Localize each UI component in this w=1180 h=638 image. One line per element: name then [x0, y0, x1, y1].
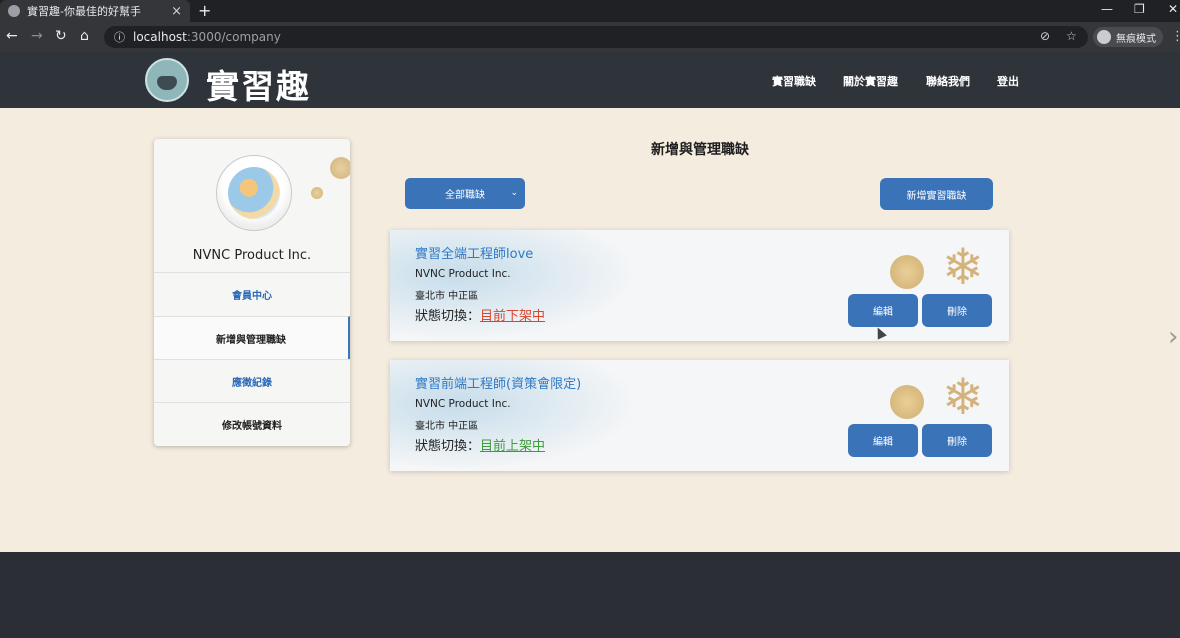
job-status: 狀態切換：目前上架中 — [415, 435, 545, 454]
incognito-profile-button[interactable]: 無痕模式 — [1093, 27, 1163, 47]
job-location: 臺北市 中正區 — [415, 421, 479, 432]
window-close-icon[interactable]: ✕ — [1168, 2, 1178, 16]
job-location: 臺北市 中正區 — [415, 291, 479, 302]
sidebar-item-account-settings[interactable]: 修改帳號資料 — [154, 402, 350, 445]
snowflake-icon: ❄ — [942, 238, 984, 296]
nav-logout-link[interactable]: 登出 — [997, 73, 1019, 89]
browser-tab-title: 實習趣-你最佳的好幫手 — [27, 5, 141, 18]
job-company: NVNC Product Inc. — [415, 268, 511, 280]
add-job-button[interactable]: 新增實習職缺 — [880, 178, 993, 210]
company-name: NVNC Product Inc. — [192, 248, 312, 263]
company-avatar — [216, 155, 292, 231]
delete-button[interactable]: 刪除 — [922, 294, 992, 327]
job-filter-label: 全部職缺 — [445, 190, 485, 201]
tab-close-icon[interactable]: × — [171, 4, 182, 19]
back-icon[interactable]: ← — [6, 28, 18, 44]
logo-text[interactable]: 實習趣 — [206, 60, 311, 108]
menu-icon[interactable]: ⋮ — [1171, 29, 1180, 44]
new-tab-icon[interactable]: + — [198, 1, 211, 20]
star-icon[interactable]: ☆ — [1066, 29, 1077, 43]
edit-button[interactable]: 編輯 — [848, 424, 918, 457]
incognito-icon — [1097, 30, 1111, 44]
job-card: ❄ 實習前端工程師(資策會限定) NVNC Product Inc. 臺北市 中… — [390, 360, 1009, 471]
restore-icon[interactable]: ❐ — [1134, 2, 1145, 16]
status-toggle-link[interactable]: 目前下架中 — [480, 309, 545, 324]
status-toggle-link[interactable]: 目前上架中 — [480, 439, 545, 454]
job-status: 狀態切換：目前下架中 — [415, 305, 545, 324]
logo-icon[interactable] — [145, 58, 189, 102]
url-path: :3000/company — [186, 30, 281, 44]
decor-gold-dot — [890, 255, 924, 289]
decor-gold-dot — [890, 385, 924, 419]
status-label: 狀態切換： — [415, 439, 481, 454]
url-host: localhost — [133, 30, 187, 44]
edit-button[interactable]: 編輯 — [848, 294, 918, 327]
browser-toolbar: ← → ↻ ⌂ ⓘ localhost:3000/company ⊘ ☆ 無痕模… — [0, 22, 1180, 52]
job-title[interactable]: 實習全端工程師love — [415, 243, 533, 262]
sidebar-item-member-center[interactable]: 會員中心 — [154, 272, 350, 315]
footer — [0, 552, 1180, 638]
nav-contact-link[interactable]: 聯絡我們 — [926, 73, 970, 89]
site-info-icon[interactable]: ⓘ — [114, 29, 125, 45]
nav-about-link[interactable]: 關於實習趣 — [843, 73, 898, 89]
address-bar[interactable]: ⓘ localhost:3000/company — [104, 26, 1088, 48]
favicon-icon — [8, 5, 20, 17]
nav-jobs-link[interactable]: 實習職缺 — [772, 73, 816, 89]
snowflake-icon: ❄ — [942, 368, 984, 426]
decor-gold-dot — [311, 187, 323, 199]
sidebar: NVNC Product Inc. 會員中心 新增與管理職缺 應徵紀錄 修改帳號… — [154, 139, 350, 446]
minimize-icon[interactable]: — — [1101, 2, 1113, 16]
forward-icon[interactable]: → — [31, 28, 43, 44]
job-card: ❄ 實習全端工程師love NVNC Product Inc. 臺北市 中正區 … — [390, 230, 1009, 341]
job-filter-select[interactable]: 全部職缺 ⌄ — [405, 178, 525, 209]
delete-button[interactable]: 刪除 — [922, 424, 992, 457]
browser-tab-bar: 實習趣-你最佳的好幫手 × + — ❐ ✕ — [0, 0, 1180, 22]
site-header: 實習趣 實習職缺 關於實習趣 聯絡我們 登出 — [0, 52, 1180, 108]
sidebar-item-applications[interactable]: 應徵紀錄 — [154, 359, 350, 402]
decor-gold-dot — [330, 157, 350, 179]
globe-icon — [228, 167, 280, 219]
reload-icon[interactable]: ↻ — [55, 28, 67, 44]
home-icon[interactable]: ⌂ — [80, 28, 89, 44]
chevron-right-icon[interactable]: › — [1168, 322, 1178, 352]
job-title[interactable]: 實習前端工程師(資策會限定) — [415, 373, 581, 392]
browser-tab[interactable]: 實習趣-你最佳的好幫手 × — [0, 0, 190, 22]
job-company: NVNC Product Inc. — [415, 398, 511, 410]
sidebar-item-manage-jobs[interactable]: 新增與管理職缺 — [154, 316, 350, 359]
profile-label: 無痕模式 — [1116, 33, 1156, 45]
status-label: 狀態切換： — [415, 309, 481, 324]
page-title: 新增與管理職缺 — [651, 142, 749, 158]
chevron-down-icon: ⌄ — [510, 188, 518, 198]
eye-off-icon[interactable]: ⊘ — [1040, 29, 1050, 43]
